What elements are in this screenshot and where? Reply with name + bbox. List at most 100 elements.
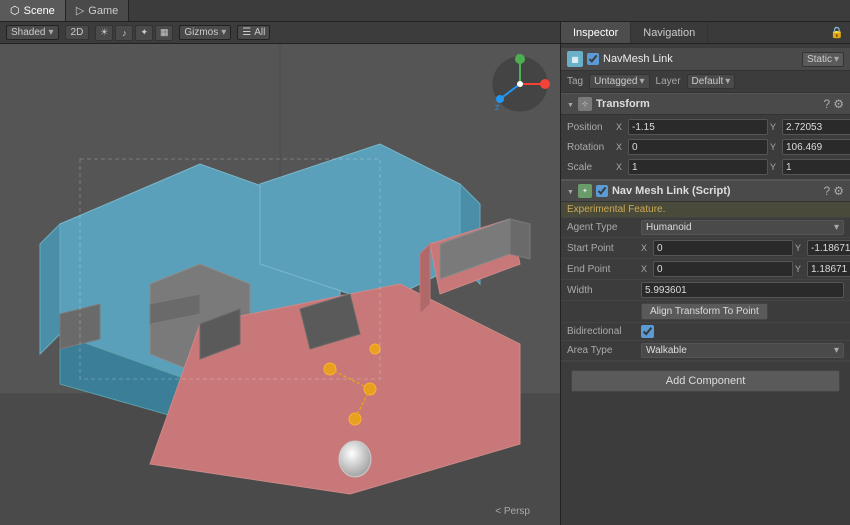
transform-icon: ⊹ xyxy=(578,97,592,111)
end-point-xyz: X Y Z xyxy=(641,261,850,277)
tag-chevron xyxy=(640,76,645,87)
area-type-label: Area Type xyxy=(567,345,637,356)
transform-header[interactable]: ⊹ Transform ? ⚙ xyxy=(561,93,850,115)
position-label: Position xyxy=(567,122,612,133)
scene-svg xyxy=(0,44,560,525)
layer-value: Default xyxy=(692,76,724,87)
pos-y-input[interactable] xyxy=(782,119,850,135)
area-type-dropdown[interactable]: Walkable xyxy=(641,343,844,358)
inspector-content: ▦ NavMesh Link Static Tag Untagged Layer… xyxy=(561,44,850,525)
start-x-label: X xyxy=(641,243,651,253)
scene-view: Shaded 2D ☀ ♪ ✦ ▦ Gizmos ☰ All xyxy=(0,22,560,525)
transform-component: ⊹ Transform ? ⚙ Position X Y xyxy=(561,93,850,179)
agent-type-chevron xyxy=(834,222,839,233)
navmesh-script-header[interactable]: ✦ Nav Mesh Link (Script) ? ⚙ xyxy=(561,179,850,202)
rotation-label: Rotation xyxy=(567,142,612,153)
transform-collapse-icon xyxy=(567,98,574,110)
shaded-dropdown[interactable]: Shaded xyxy=(6,25,59,40)
gizmos-label: Gizmos xyxy=(184,27,218,38)
area-type-chevron xyxy=(834,345,839,356)
navmesh-script-component: ✦ Nav Mesh Link (Script) ? ⚙ Experimenta… xyxy=(561,179,850,361)
scene-tab-label: Scene xyxy=(24,5,55,17)
position-row: Position X Y Z xyxy=(561,117,850,137)
transform-body: Position X Y Z Rotation xyxy=(561,115,850,179)
scale-x-label: X xyxy=(616,162,626,172)
tag-dropdown[interactable]: Untagged xyxy=(589,74,649,89)
all-label: ☰ xyxy=(242,27,251,38)
navigation-tab[interactable]: Navigation xyxy=(631,22,708,43)
static-label: Static xyxy=(807,54,832,65)
rotation-xyz: X Y Z xyxy=(616,139,850,155)
end-x-label: X xyxy=(641,264,651,274)
orientation-gizmo[interactable]: Y X Z xyxy=(490,54,550,114)
svg-text:Y: Y xyxy=(516,54,521,59)
light-icon-btn[interactable]: ☀ xyxy=(95,25,113,41)
tag-value: Untagged xyxy=(594,76,637,87)
game-icon: ▷ xyxy=(76,4,84,17)
align-transform-button[interactable]: Align Transform To Point xyxy=(641,303,768,320)
start-x-input[interactable] xyxy=(653,240,793,256)
bidirectional-label: Bidirectional xyxy=(567,326,637,337)
gizmos-dropdown[interactable]: Gizmos xyxy=(179,25,231,40)
script-active-checkbox[interactable] xyxy=(596,185,608,197)
shaded-label: Shaded xyxy=(11,27,45,38)
main-layout: Shaded 2D ☀ ♪ ✦ ▦ Gizmos ☰ All xyxy=(0,22,850,525)
inspector-tab-label: Inspector xyxy=(573,27,618,39)
scale-xyz: X Y Z xyxy=(616,159,850,175)
game-tab-label: Game xyxy=(88,5,118,17)
width-row: Width xyxy=(561,280,850,301)
transform-doc-icon[interactable]: ? xyxy=(824,97,831,111)
align-row: Align Transform To Point xyxy=(561,301,850,323)
rot-x-input[interactable] xyxy=(628,139,768,155)
audio-icon-btn[interactable]: ♪ xyxy=(115,25,133,41)
pos-x-label: X xyxy=(616,122,626,132)
transform-cog-icon[interactable]: ⚙ xyxy=(833,97,844,111)
top-tab-bar: ⬡ Scene ▷ Game xyxy=(0,0,850,22)
bidirectional-checkbox[interactable] xyxy=(641,325,654,338)
inspector-tab[interactable]: Inspector xyxy=(561,22,631,43)
navigation-tab-label: Navigation xyxy=(643,27,695,39)
end-point-label: End Point xyxy=(567,264,637,275)
layer-label: Layer xyxy=(656,76,681,87)
scale-x-input[interactable] xyxy=(628,159,768,175)
svg-text:X: X xyxy=(547,82,550,89)
agent-type-dropdown[interactable]: Humanoid xyxy=(641,220,844,235)
effect-icon-btn[interactable]: ✦ xyxy=(135,25,153,41)
pos-x-input[interactable] xyxy=(628,119,768,135)
start-y-input[interactable] xyxy=(807,240,850,256)
start-point-xyz: X Y Z xyxy=(641,240,850,256)
game-tab[interactable]: ▷ Game xyxy=(66,0,129,21)
rot-y-label: Y xyxy=(770,142,780,152)
layer-dropdown[interactable]: Default xyxy=(687,74,736,89)
2d-button[interactable]: 2D xyxy=(65,25,90,40)
add-component-button[interactable]: Add Component xyxy=(571,370,840,392)
script-doc-icon[interactable]: ? xyxy=(824,184,831,198)
scale-label: Scale xyxy=(567,162,612,173)
script-body: Experimental Feature. Agent Type Humanoi… xyxy=(561,202,850,361)
agent-type-value: Humanoid xyxy=(646,222,692,233)
scene-tab[interactable]: ⬡ Scene xyxy=(0,0,66,21)
static-button[interactable]: Static xyxy=(802,52,844,67)
script-icon: ✦ xyxy=(578,184,592,198)
end-x-input[interactable] xyxy=(653,261,793,277)
all-dropdown[interactable]: ☰ All xyxy=(237,25,270,40)
transform-settings: ? ⚙ xyxy=(824,97,844,111)
scene-toolbar: Shaded 2D ☀ ♪ ✦ ▦ Gizmos ☰ All xyxy=(0,22,560,44)
script-title: Nav Mesh Link (Script) xyxy=(612,185,820,197)
area-type-row: Area Type Walkable xyxy=(561,341,850,361)
rotation-row: Rotation X Y Z xyxy=(561,137,850,157)
scale-row: Scale X Y Z xyxy=(561,157,850,177)
width-input[interactable] xyxy=(641,282,844,298)
scene-canvas: Y X Z < Persp xyxy=(0,44,560,525)
grid-icon-btn[interactable]: ▦ xyxy=(155,25,173,41)
add-component-section: Add Component xyxy=(561,361,850,400)
lock-icon[interactable]: 🔒 xyxy=(824,22,850,43)
end-point-row: End Point X Y Z xyxy=(561,259,850,280)
gameobj-active-checkbox[interactable] xyxy=(587,53,599,65)
rot-y-input[interactable] xyxy=(782,139,850,155)
end-y-input[interactable] xyxy=(807,261,850,277)
width-label: Width xyxy=(567,285,637,296)
scale-y-input[interactable] xyxy=(782,159,850,175)
svg-text:Z: Z xyxy=(495,105,500,112)
script-cog-icon[interactable]: ⚙ xyxy=(833,184,844,198)
